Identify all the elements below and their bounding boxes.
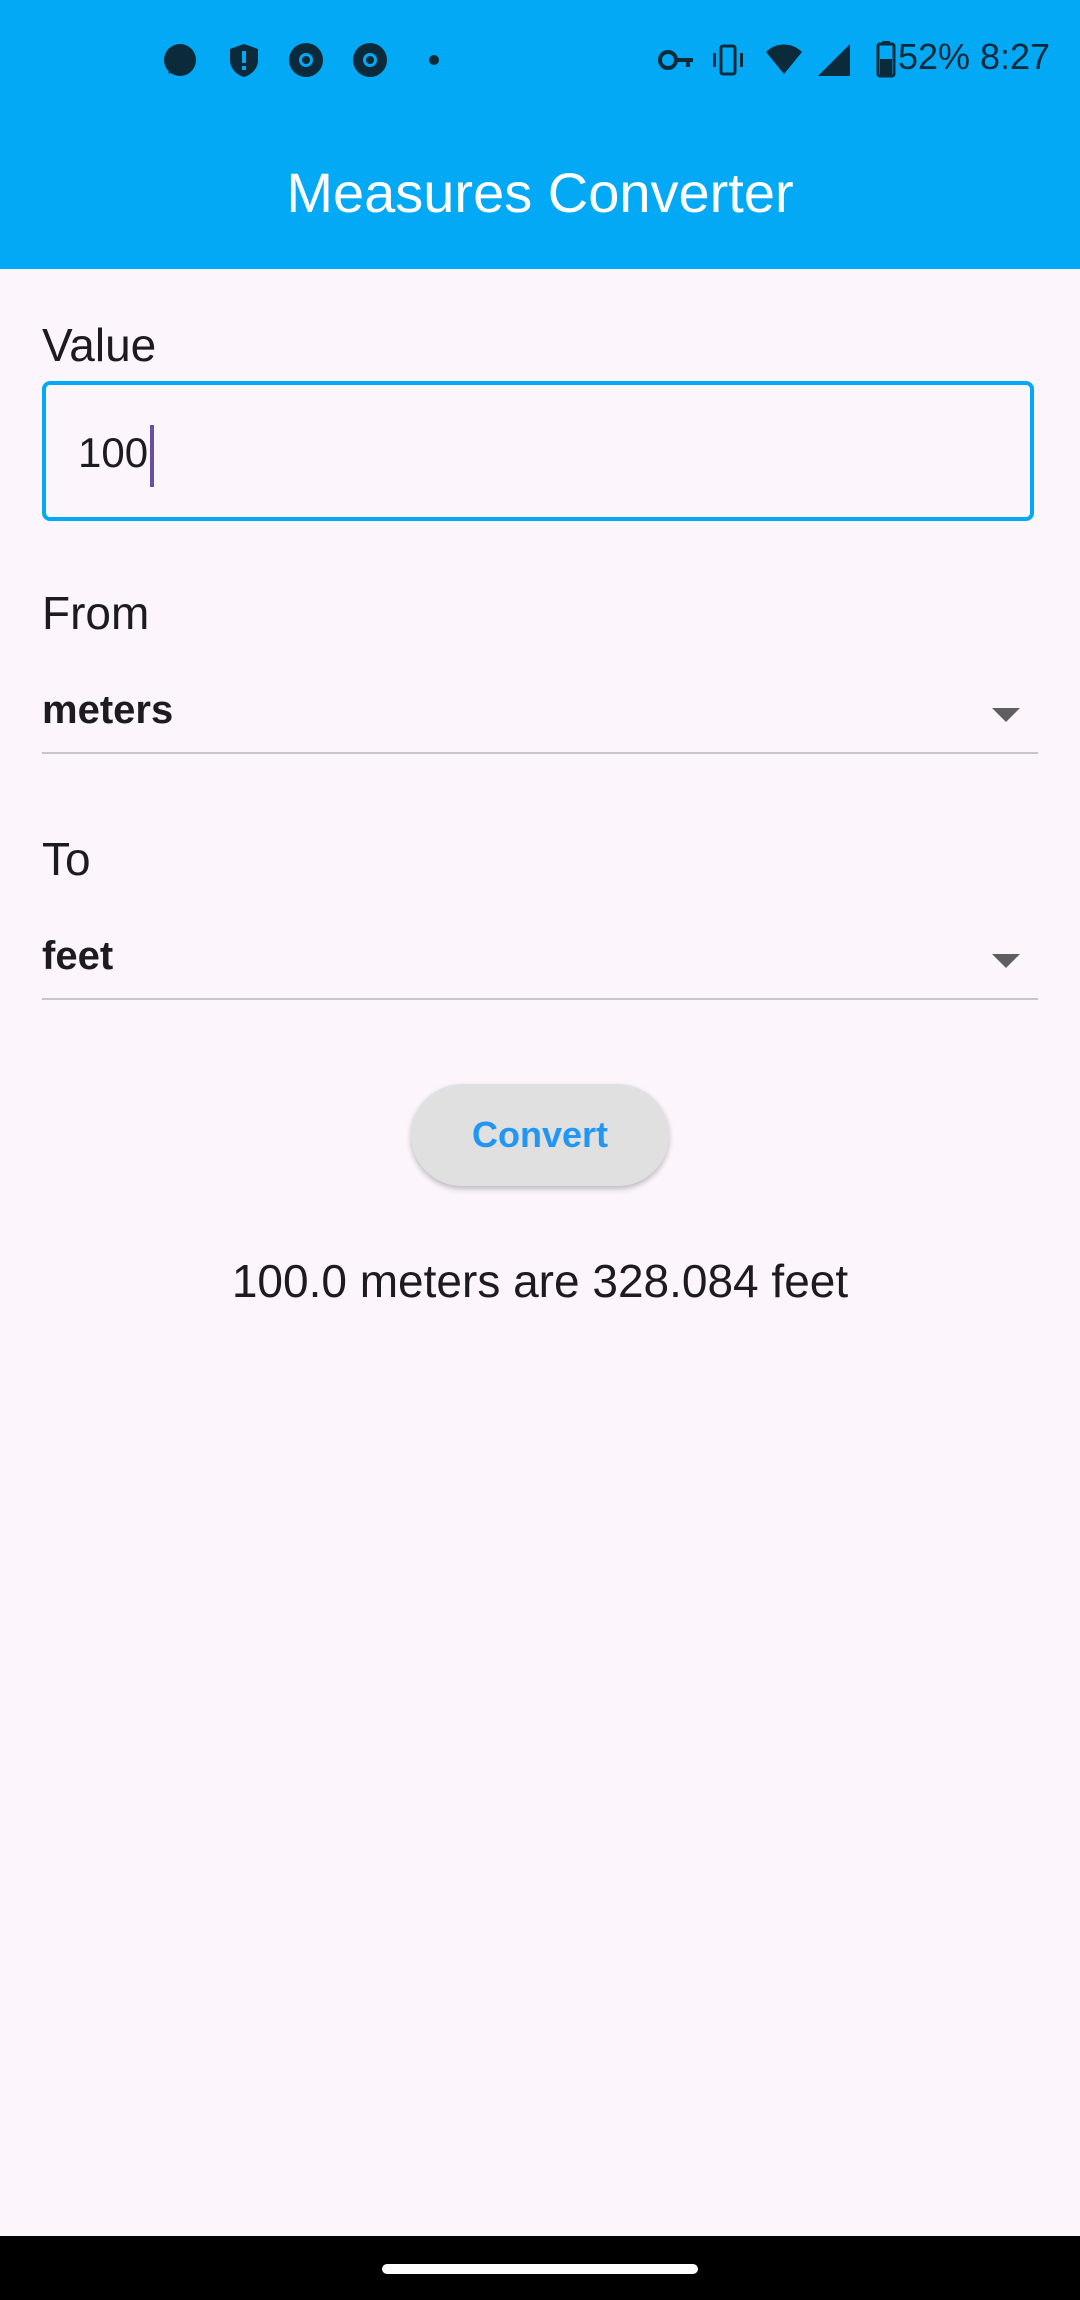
- status-bar: 52% 8:27: [0, 0, 1080, 120]
- vibrate-icon: [713, 44, 743, 76]
- chrome-icon: [289, 43, 323, 77]
- value-input[interactable]: 100: [42, 381, 1034, 521]
- home-gesture-handle[interactable]: [382, 2264, 698, 2274]
- from-selected-value: meters: [42, 688, 174, 732]
- signal-messenger-icon: [164, 44, 196, 76]
- dropdown-arrow-icon: [992, 954, 1020, 968]
- from-dropdown[interactable]: meters: [42, 682, 1038, 754]
- cell-signal-icon: [818, 44, 850, 76]
- dot-icon: [429, 55, 439, 65]
- result-text: 100.0 meters are 328.084 feet: [231, 1255, 849, 1307]
- convert-button[interactable]: Convert: [411, 1084, 669, 1186]
- from-label: From: [42, 587, 150, 639]
- dropdown-arrow-icon: [992, 708, 1020, 722]
- chrome-icon: [353, 43, 387, 77]
- page-title: Measures Converter: [286, 161, 794, 224]
- value-label: Value: [42, 319, 157, 371]
- to-dropdown[interactable]: feet: [42, 928, 1038, 1000]
- to-label: To: [42, 833, 91, 885]
- wifi-icon: [766, 44, 802, 74]
- battery-percent: 52%: [898, 36, 971, 77]
- to-selected-value: feet: [42, 934, 114, 978]
- text-cursor: [150, 425, 154, 487]
- shield-icon: [230, 44, 258, 77]
- value-input-text: 100: [78, 429, 149, 476]
- clock: 8:27: [980, 36, 1051, 77]
- vpn-key-icon: [658, 50, 693, 70]
- navigation-bar: [0, 2236, 1080, 2300]
